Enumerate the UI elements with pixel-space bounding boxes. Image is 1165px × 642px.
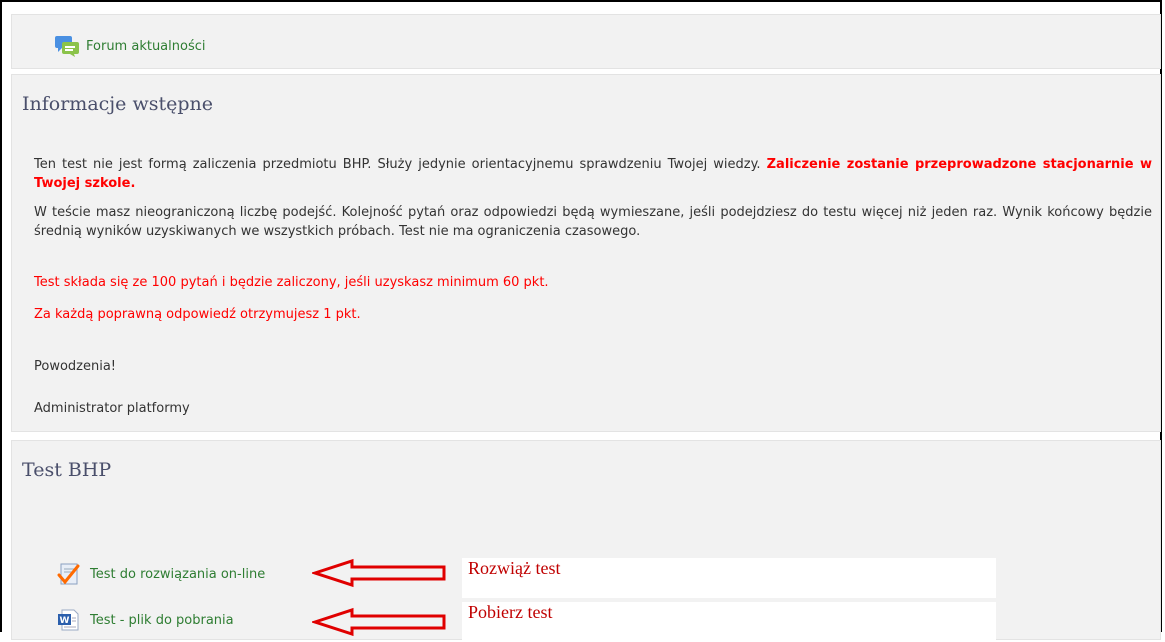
arrow-online-icon [312, 558, 446, 588]
note-download: Pobierz test [462, 602, 996, 642]
online-test-link[interactable]: Test do rozwiązania on-line [56, 562, 265, 586]
download-test-link[interactable]: W Test - plik do pobrania [56, 608, 234, 632]
intro-scoring-info: Za każdą poprawną odpowiedź otrzymujesz … [34, 307, 361, 322]
test-section: Test BHP Test do rozwiązania on-line W T… [11, 440, 1161, 642]
word-document-icon: W [58, 609, 79, 631]
svg-text:W: W [60, 616, 70, 626]
intro-points-info: Test składa się ze 100 pytań i będzie za… [34, 275, 549, 290]
forum-link[interactable]: Forum aktualności [54, 35, 205, 57]
download-test-label: Test - plik do pobrania [90, 612, 234, 628]
forum-link-label: Forum aktualności [86, 38, 206, 54]
note-online: Rozwiąż test [462, 558, 996, 598]
intro-paragraph-2: W teście masz nieograniczoną liczbę pode… [34, 205, 1152, 239]
intro-section: Informacje wstępne Ten test nie jest for… [11, 74, 1161, 432]
intro-p1-text: Ten test nie jest formą zaliczenia przed… [34, 157, 761, 172]
test-title: Test BHP [22, 459, 112, 481]
intro-paragraph-1: Ten test nie jest formą zaliczenia przed… [34, 155, 1152, 193]
intro-signature: Administrator platformy [34, 401, 190, 416]
quiz-checkmark-icon [57, 563, 80, 585]
intro-title: Informacje wstępne [22, 93, 213, 115]
online-test-label: Test do rozwiązania on-line [90, 566, 266, 582]
intro-greeting: Powodzenia! [34, 359, 117, 374]
arrow-download-icon [312, 607, 446, 637]
forum-icon [55, 36, 79, 57]
page-frame: Forum aktualności Informacje wstępne Ten… [0, 0, 1162, 642]
forum-panel: Forum aktualności [11, 14, 1161, 69]
